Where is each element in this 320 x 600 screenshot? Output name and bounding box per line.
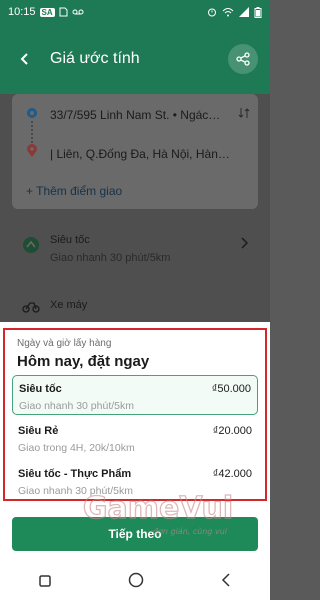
- vehicle-title: Xe máy: [50, 299, 88, 311]
- app-header: Giá ước tính: [0, 24, 270, 94]
- option-name: Siêu tốc: [19, 383, 62, 395]
- sim-icon: [59, 7, 68, 17]
- sa-badge: SA: [39, 7, 55, 17]
- share-icon: [236, 52, 250, 66]
- sheet-caption: Ngày và giờ lấy hàng: [17, 338, 112, 349]
- chevron-right-icon: [240, 236, 249, 254]
- recents-icon[interactable]: [38, 574, 51, 592]
- signal-icon: [239, 7, 249, 17]
- dropoff-address[interactable]: | Liên, Q.Đống Đa, Hà Nội, Hàn…: [50, 147, 250, 161]
- route-connector: [31, 121, 33, 143]
- continue-button[interactable]: Tiếp theo: [12, 517, 258, 551]
- home-icon[interactable]: [128, 572, 144, 593]
- page-title: Giá ước tính: [50, 50, 140, 67]
- wifi-icon: [222, 7, 234, 17]
- option-name: Siêu tốc - Thực Phẩm: [18, 468, 132, 480]
- option-name: Siêu Rẻ: [18, 425, 59, 437]
- alarm-icon: [207, 7, 217, 17]
- back-button[interactable]: [12, 46, 38, 72]
- option-price: ₫42.000: [212, 468, 252, 480]
- share-button[interactable]: [228, 44, 258, 74]
- motorbike-icon: [22, 299, 40, 318]
- swap-icon[interactable]: [238, 106, 250, 124]
- option-subtitle: Giao nhanh 30 phút/5km: [19, 400, 134, 412]
- service-option-sieu-toc[interactable]: Siêu tốc Giao nhanh 30 phút/5km ₫50.000: [12, 375, 258, 415]
- service-option-thuc-pham[interactable]: Siêu tốc - Thực Phẩm Giao nhanh 30 phút/…: [12, 461, 258, 501]
- service-title: Siêu tốc: [50, 234, 90, 246]
- service-option-sieu-re[interactable]: Siêu Rẻ Giao trong 4H, 20k/10km ₫20.000: [12, 418, 258, 458]
- pickup-address[interactable]: 33/7/595 Linh Nam St. • Ngác…: [50, 108, 230, 122]
- option-price: ₫50.000: [211, 383, 251, 395]
- vehicle-item-bg[interactable]: Xe máy: [0, 299, 270, 313]
- delivery-scooter-icon: [22, 236, 40, 259]
- status-time: 10:15: [8, 6, 36, 18]
- service-subtitle: Giao nhanh 30 phút/5km: [50, 252, 171, 264]
- dropoff-pin-icon: [26, 144, 38, 163]
- arrow-left-icon: [20, 53, 28, 65]
- voicemail-icon: [72, 8, 84, 16]
- option-price: ₫20.000: [212, 425, 252, 437]
- sheet-title[interactable]: Hôm nay, đặt ngay: [17, 353, 149, 370]
- service-item-bg[interactable]: Siêu tốc Giao nhanh 30 phút/5km: [0, 234, 270, 264]
- status-bar: 10:15 SA: [0, 0, 270, 24]
- option-subtitle: Giao trong 4H, 20k/10km: [18, 442, 135, 454]
- option-subtitle: Giao nhanh 30 phút/5km: [18, 485, 133, 497]
- add-stop-link[interactable]: + Thêm điểm giao: [26, 184, 122, 198]
- system-nav-bar: [0, 565, 270, 600]
- nav-back-icon[interactable]: [221, 573, 231, 592]
- battery-icon: [254, 6, 262, 18]
- route-card: 33/7/595 Linh Nam St. • Ngác… | Liên, Q.…: [12, 94, 258, 209]
